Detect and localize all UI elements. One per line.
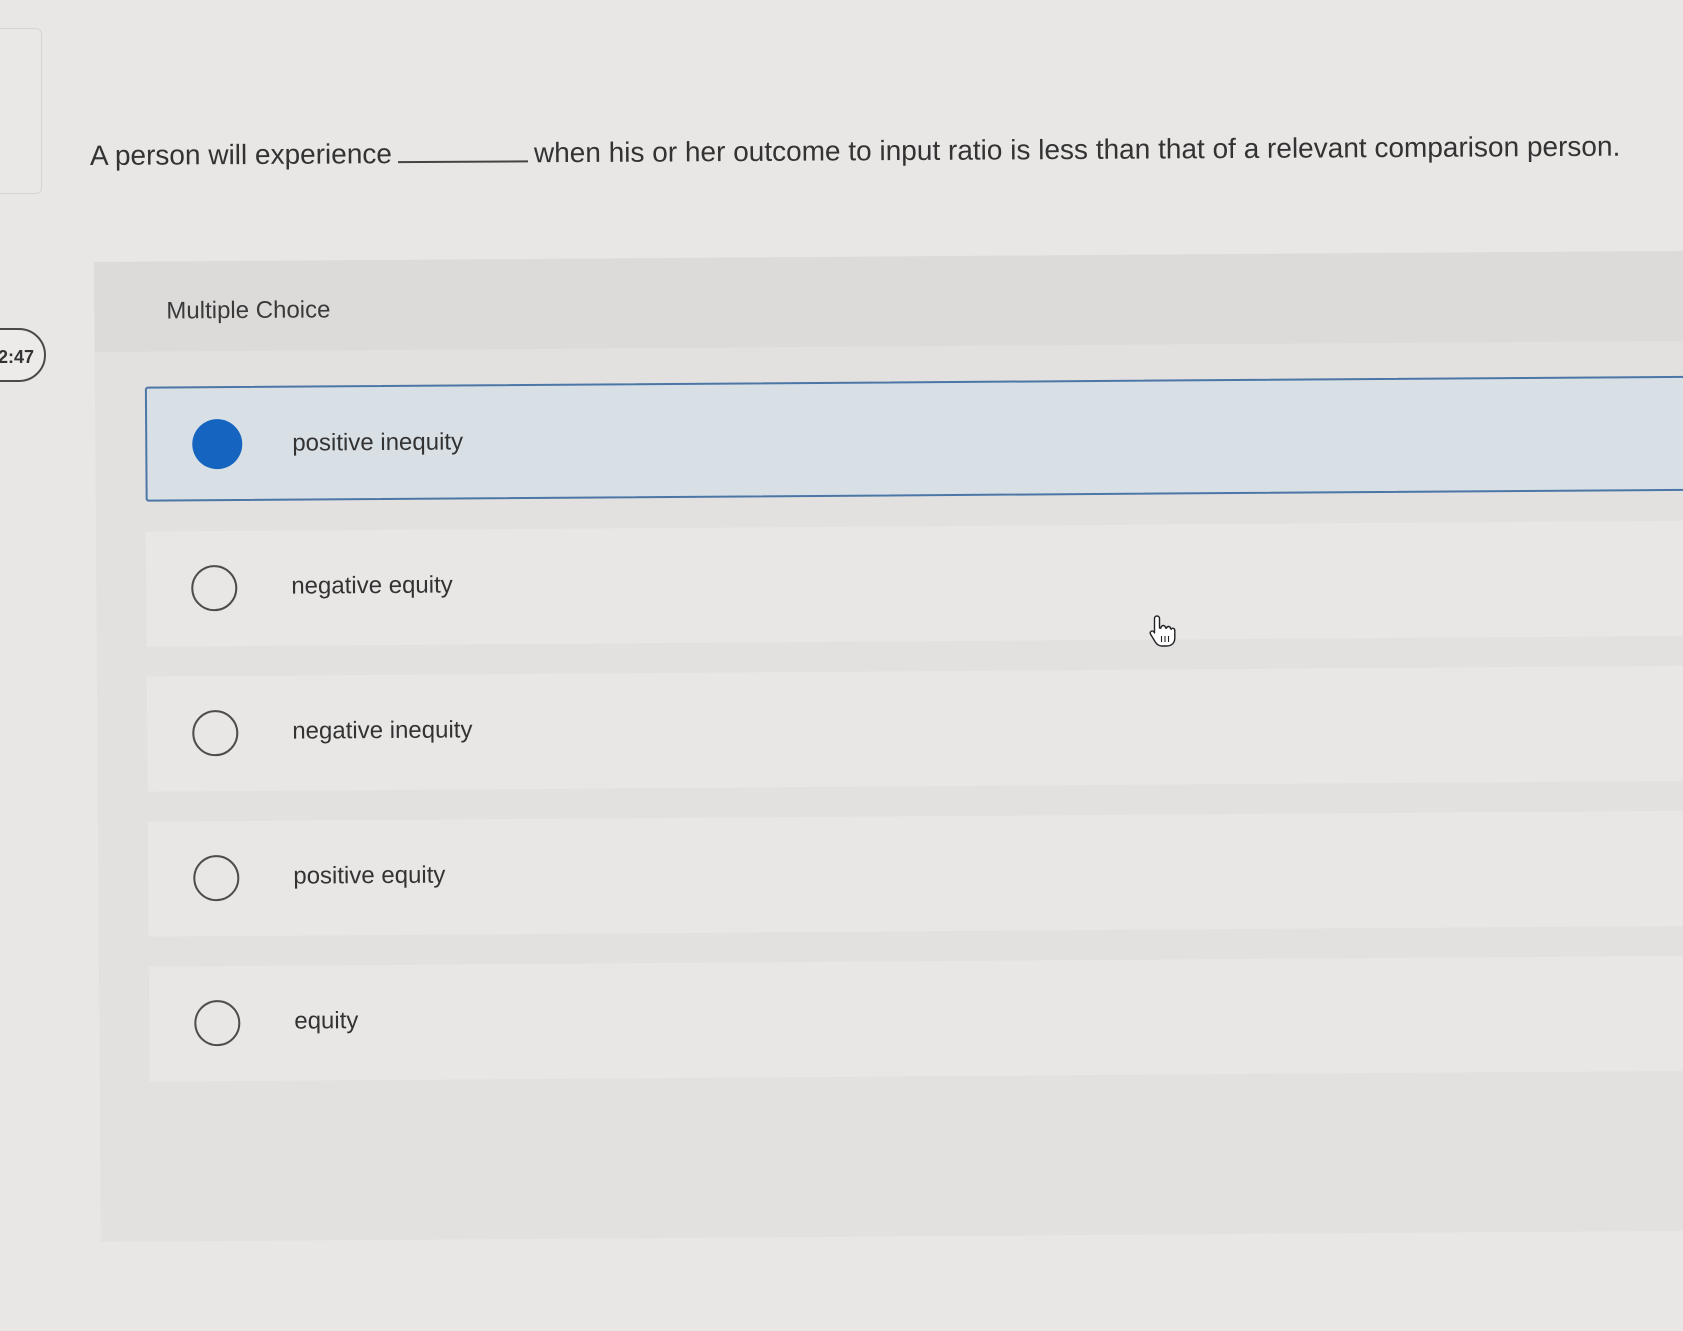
radio-button[interactable] [193, 855, 240, 902]
multiple-choice-panel: Multiple Choice positive inequity negati… [94, 250, 1683, 1242]
question-text: A person will experience when his or her … [90, 130, 1670, 172]
radio-button[interactable] [191, 565, 238, 612]
answer-option-label: positive inequity [292, 428, 464, 457]
answer-option-label: positive equity [293, 861, 446, 890]
answer-option-positive-inequity[interactable]: positive inequity [144, 375, 1683, 502]
answer-option-label: negative inequity [292, 716, 473, 745]
left-side-tab[interactable] [0, 28, 42, 194]
hand-pointer-icon [1149, 615, 1176, 647]
answer-option-label: negative equity [291, 571, 453, 600]
answer-option-label: equity [294, 1007, 359, 1035]
question-text-before-blank: A person will experience [89, 138, 393, 171]
multiple-choice-header: Multiple Choice [94, 250, 1683, 352]
answer-option-positive-equity[interactable]: positive equity [147, 810, 1683, 937]
answer-option-equity[interactable]: equity [148, 955, 1683, 1082]
answer-option-negative-inequity[interactable]: negative inequity [146, 665, 1683, 792]
radio-button[interactable] [192, 710, 239, 757]
multiple-choice-title: Multiple Choice [166, 296, 331, 325]
answer-blank [397, 158, 528, 164]
radio-button-selected[interactable] [192, 418, 243, 470]
timer-badge: 2:47 [0, 328, 46, 382]
answer-option-negative-equity[interactable]: negative equity [145, 520, 1683, 647]
radio-button[interactable] [194, 999, 241, 1047]
question-text-after-blank: when his or her outcome to input ratio i… [533, 130, 1621, 169]
